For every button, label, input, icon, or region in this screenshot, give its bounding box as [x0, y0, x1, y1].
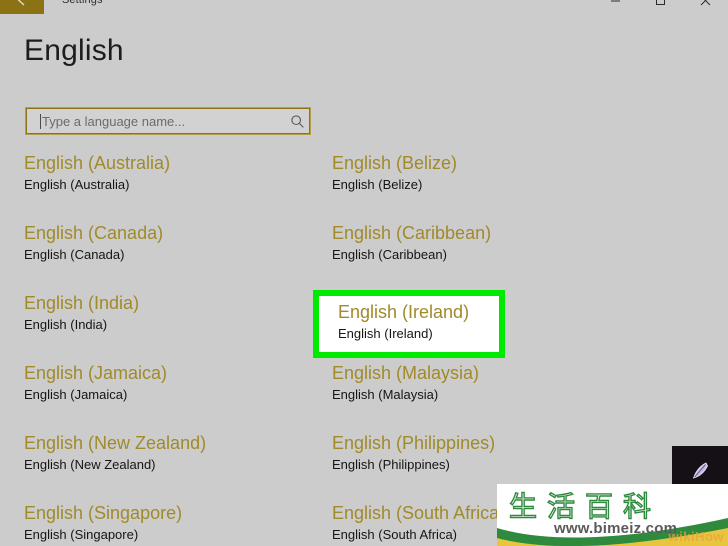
language-list-item[interactable]: English (New Zealand) English (New Zealan…: [24, 432, 324, 474]
language-list-item[interactable]: English (Philippines) English (Philippine…: [332, 432, 652, 474]
back-arrow-icon: [15, 0, 29, 7]
language-list-item[interactable]: English (Belize) English (Belize): [332, 152, 652, 194]
language-name-native: English (Jamaica): [24, 363, 168, 383]
minimize-button[interactable]: [593, 0, 638, 14]
language-list-item[interactable]: English (Jamaica) English (Jamaica): [24, 362, 324, 404]
window-controls: [593, 0, 728, 14]
language-name-native: English (Malaysia): [332, 363, 480, 383]
language-list-item-selected[interactable]: English (Ireland) English (Ireland): [313, 290, 505, 358]
language-name-native: English (Canada): [24, 223, 164, 243]
language-name-english: English (Malaysia): [332, 387, 439, 402]
title-bar: Settings: [0, 0, 728, 14]
maximize-icon: [655, 0, 666, 6]
back-button[interactable]: [0, 0, 44, 14]
language-name-native: English (Belize): [332, 153, 458, 173]
language-name-native: English (Australia): [24, 153, 171, 173]
language-name-english: English (Belize): [332, 177, 423, 192]
language-list-item[interactable]: English (Caribbean) English (Caribbean): [332, 222, 652, 264]
search-input[interactable]: [41, 108, 284, 134]
language-name-native: English (Philippines): [332, 433, 496, 453]
language-list-item[interactable]: English (Malaysia) English (Malaysia): [332, 362, 652, 404]
language-name-english: English (Canada): [24, 247, 125, 262]
minimize-icon: [610, 0, 621, 6]
language-name-english: English (Singapore): [24, 527, 139, 542]
page-title: English: [24, 34, 124, 67]
language-list-item[interactable]: English (Singapore) English (Singapore): [24, 502, 324, 544]
language-name-english: English (Caribbean): [332, 247, 447, 262]
search-icon[interactable]: [284, 114, 310, 129]
language-list-item[interactable]: English (Australia) English (Australia): [24, 152, 324, 194]
language-list-item[interactable]: English (Canada) English (Canada): [24, 222, 324, 264]
language-name-native: English (Singapore): [24, 503, 183, 523]
language-list-item[interactable]: English (India) English (India): [24, 292, 324, 334]
language-search-box[interactable]: [25, 107, 311, 135]
language-name-native: English (Ireland): [338, 302, 470, 322]
language-name-english: English (Jamaica): [24, 387, 128, 402]
language-name-native: English (India): [24, 293, 140, 313]
language-name-english: English (New Zealand): [24, 457, 156, 472]
language-name-english: English (Ireland): [338, 326, 433, 341]
watermark-url: www.bimeiz.com: [554, 520, 678, 537]
app-title: Settings: [62, 0, 103, 6]
language-name-native: English (Caribbean): [332, 223, 492, 243]
close-button[interactable]: [683, 0, 728, 14]
maximize-button[interactable]: [638, 0, 683, 14]
close-icon: [700, 0, 711, 6]
language-name-native: English (New Zealand): [24, 433, 207, 453]
language-name-english: English (Philippines): [332, 457, 450, 472]
watermark-characters: 生活百科: [508, 489, 662, 523]
language-name-english: English (Australia): [24, 177, 130, 192]
language-name-english: English (India): [24, 317, 108, 332]
watermark-banner: 生活百科 www.bimeiz.com wikiHow: [497, 484, 728, 546]
